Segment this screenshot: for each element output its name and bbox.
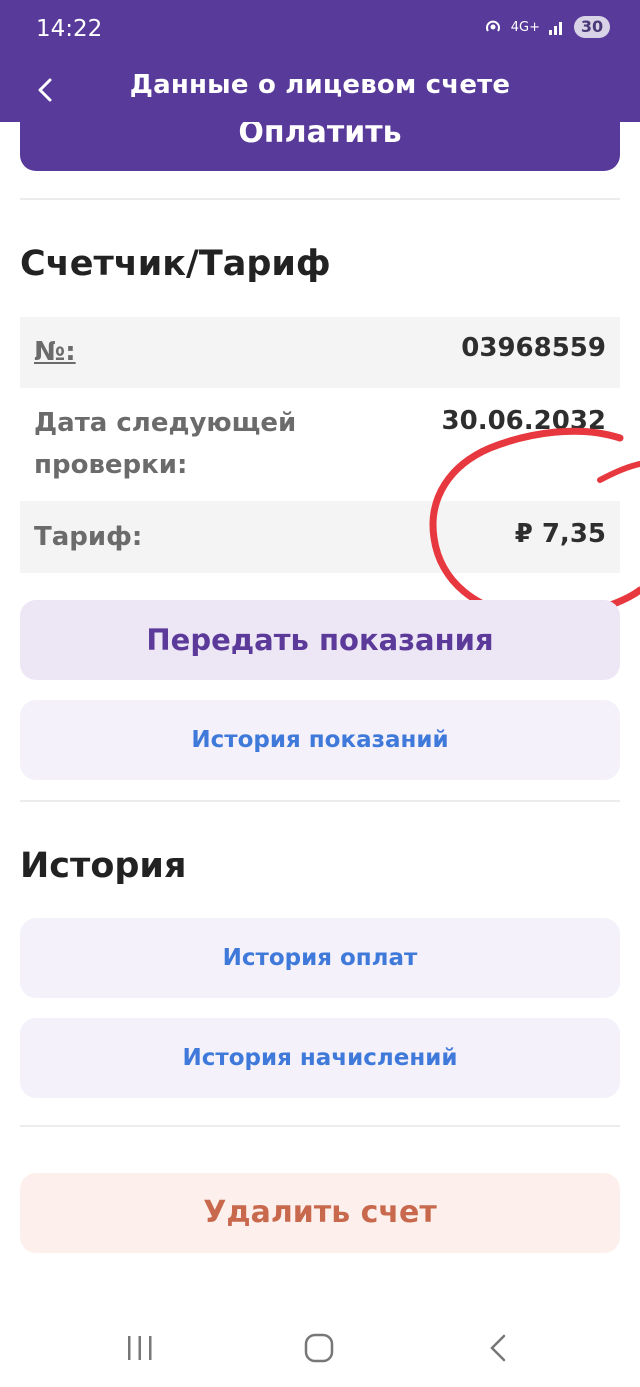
readings-history-label: История показаний — [191, 727, 449, 753]
page-title: Данные о лицевом счете — [129, 70, 511, 100]
charges-history-button[interactable]: История начислений — [20, 1018, 620, 1098]
meter-number-label: №: — [34, 337, 76, 367]
home-icon[interactable] — [303, 1332, 335, 1364]
payments-history-button[interactable]: История оплат — [20, 918, 620, 998]
charges-history-label: История начислений — [182, 1045, 458, 1071]
payments-history-label: История оплат — [222, 945, 418, 971]
meter-section-title: Счетчик/Тариф — [20, 244, 331, 284]
battery-indicator: 30 — [574, 16, 610, 38]
submit-readings-button[interactable]: Передать показания — [20, 600, 620, 680]
system-nav-bar — [0, 1300, 640, 1387]
delete-account-label: Удалить счет — [203, 1195, 437, 1230]
tariff-value: ₽ 7,35 — [514, 519, 606, 549]
delete-account-button[interactable]: Удалить счет — [20, 1173, 620, 1253]
hotspot-icon — [485, 20, 500, 32]
divider — [20, 1125, 620, 1127]
next-check-row: Дата следующей проверки: 30.06.2032 — [20, 388, 620, 501]
signal-icon — [549, 22, 562, 35]
next-check-value: 30.06.2032 — [441, 406, 606, 436]
tariff-label: Тариф: — [34, 522, 143, 552]
tariff-row: Тариф: ₽ 7,35 — [20, 501, 620, 573]
history-section-title: История — [20, 846, 187, 886]
meter-number-row: №: 03968559 — [20, 317, 620, 388]
recent-apps-icon[interactable] — [124, 1334, 156, 1362]
divider — [20, 800, 620, 802]
nav-back-icon[interactable] — [484, 1332, 512, 1364]
readings-history-button[interactable]: История показаний — [20, 700, 620, 780]
meter-number-value: 03968559 — [461, 333, 606, 363]
app-header: Данные о лицевом счете — [0, 60, 640, 122]
status-icons: 4G+ 30 — [483, 16, 610, 38]
network-type-label: 4G+ — [510, 19, 540, 35]
submit-readings-label: Передать показания — [146, 623, 494, 657]
next-check-label: Дата следующей проверки: — [34, 408, 297, 480]
divider — [20, 198, 620, 200]
status-time: 14:22 — [36, 16, 103, 42]
status-bar: 14:22 4G+ 30 — [0, 0, 640, 60]
